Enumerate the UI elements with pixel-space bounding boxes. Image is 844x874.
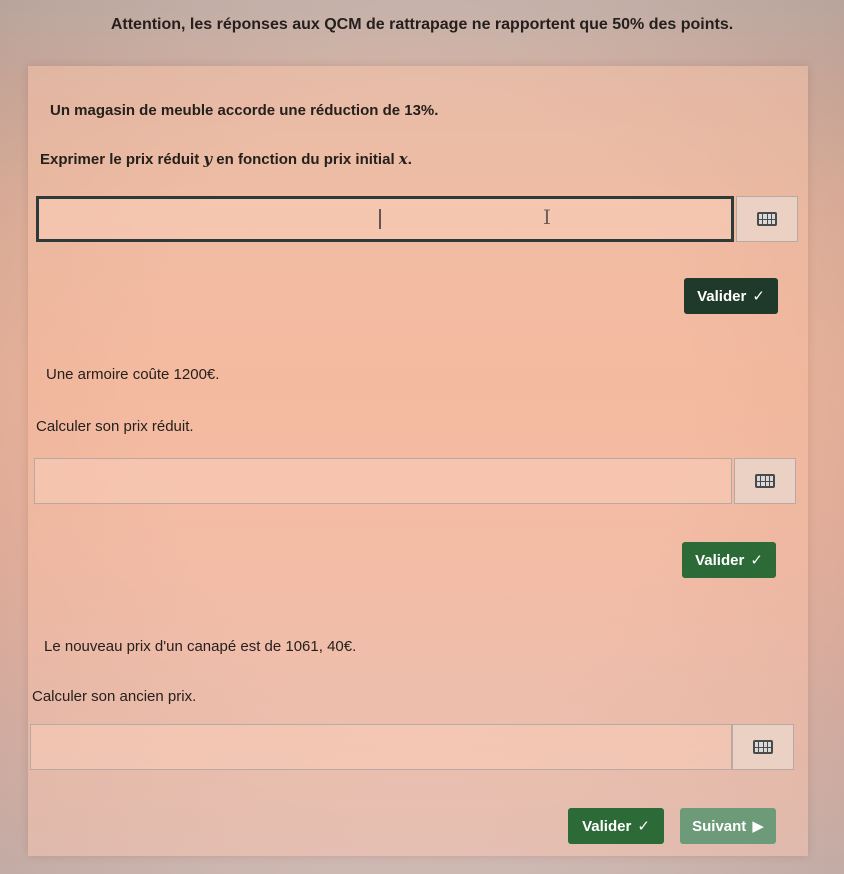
question-1-prompt: Exprimer le prix réduit y en fonction du… bbox=[40, 150, 412, 168]
question-2-context: Une armoire coûte 1200€. bbox=[46, 366, 220, 383]
next-button[interactable]: Suivant ▶ bbox=[680, 808, 776, 844]
question-1-prompt-post: . bbox=[407, 151, 412, 168]
question-3-answer-input[interactable] bbox=[30, 724, 732, 770]
next-label: Suivant bbox=[692, 817, 747, 835]
exercise-card: Un magasin de meuble accorde une réducti… bbox=[28, 66, 808, 856]
check-icon: ✓ bbox=[752, 288, 765, 305]
exercise-intro: Un magasin de meuble accorde une réducti… bbox=[50, 102, 439, 119]
question-1-prompt-mid: en fonction du prix initial bbox=[212, 151, 399, 168]
mouse-ibeam-cursor-icon: I bbox=[543, 205, 551, 229]
question-1-keyboard-button[interactable] bbox=[736, 196, 798, 242]
keyboard-icon bbox=[757, 212, 777, 226]
question-2-answer-row bbox=[34, 458, 796, 504]
question-1-validate-button[interactable]: Valider ✓ bbox=[684, 278, 778, 314]
notice-banner: Attention, les réponses aux QCM de rattr… bbox=[110, 16, 734, 33]
question-3-prompt: Calculer son ancien prix. bbox=[32, 688, 197, 705]
question-3-context: Le nouveau prix d'un canapé est de 1061,… bbox=[44, 638, 357, 655]
question-1-answer-row: I bbox=[36, 196, 798, 242]
check-icon: ✓ bbox=[750, 552, 763, 569]
play-arrow-icon: ▶ bbox=[752, 818, 764, 835]
check-icon: ✓ bbox=[637, 818, 650, 835]
question-1-answer-input[interactable]: I bbox=[36, 196, 734, 242]
question-1-prompt-pre: Exprimer le prix réduit bbox=[40, 151, 204, 168]
validate-label: Valider bbox=[695, 551, 745, 569]
question-2-answer-input[interactable] bbox=[34, 458, 732, 504]
question-2-keyboard-button[interactable] bbox=[734, 458, 796, 504]
variable-x: x bbox=[398, 150, 408, 168]
variable-y: y bbox=[203, 150, 213, 168]
question-3-validate-button[interactable]: Valider ✓ bbox=[568, 808, 664, 844]
validate-label: Valider bbox=[582, 817, 632, 835]
keyboard-icon bbox=[755, 474, 775, 488]
text-caret bbox=[379, 209, 381, 229]
question-3-keyboard-button[interactable] bbox=[732, 724, 794, 770]
question-3-answer-row bbox=[30, 724, 794, 770]
question-2-prompt: Calculer son prix réduit. bbox=[36, 418, 194, 435]
question-2-validate-button[interactable]: Valider ✓ bbox=[682, 542, 776, 578]
validate-label: Valider bbox=[697, 287, 747, 305]
keyboard-icon bbox=[753, 740, 773, 754]
